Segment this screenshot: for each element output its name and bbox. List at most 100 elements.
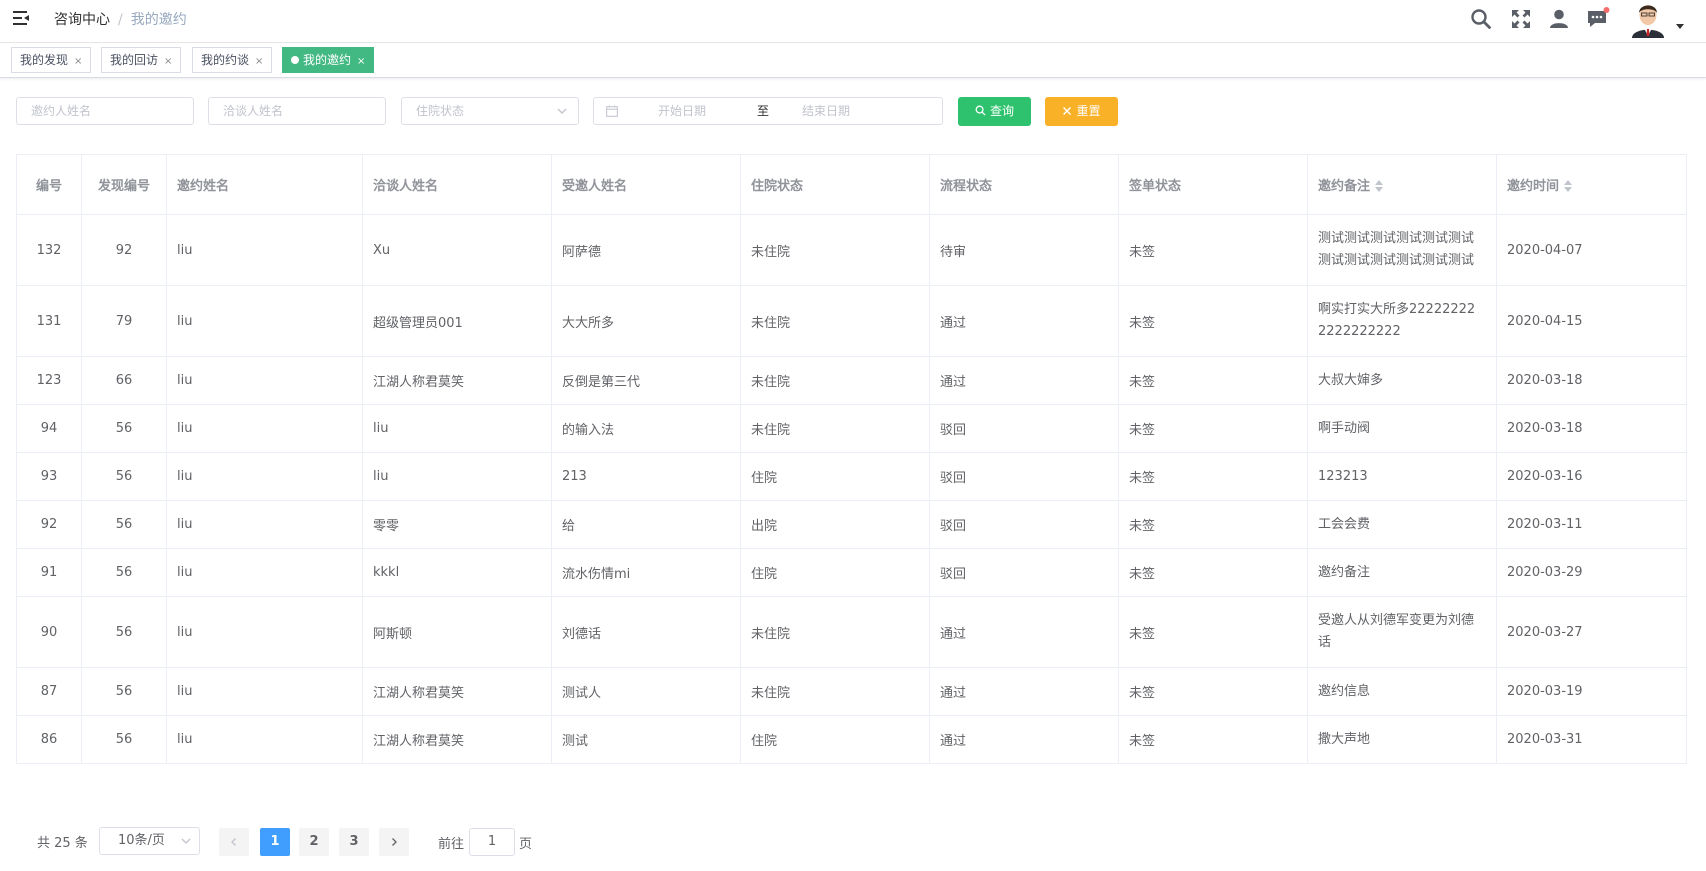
- table-row[interactable]: 131 79 liu 超级管理员001 大大所多 未住院 通过 未签 啊实打实大所多222222…: [16, 285, 1687, 357]
- cell-invitee: 阿萨德: [551, 214, 741, 286]
- cell-hospital-status: 未住院: [740, 667, 930, 716]
- page-size-select[interactable]: 10条/页: [99, 827, 200, 855]
- cell-find-id: 56: [81, 715, 167, 764]
- cell-hospital-status: 住院: [740, 452, 930, 501]
- note-line: 工会会费: [1318, 516, 1371, 532]
- cell-sign-status: 未签: [1118, 548, 1308, 597]
- cell-invitee: 213: [551, 452, 741, 501]
- user-icon[interactable]: [1547, 7, 1571, 31]
- cell-invitee: 大大所多: [551, 285, 741, 357]
- user-dropdown-caret-icon[interactable]: [1676, 24, 1684, 29]
- page-button-3[interactable]: 3: [339, 828, 369, 856]
- tag-my-talk[interactable]: 我的约谈 ×: [192, 47, 273, 73]
- negotiator-name-input[interactable]: [208, 97, 386, 125]
- column-header-id: 编号: [16, 154, 82, 215]
- cell-hospital-status: 住院: [740, 548, 930, 597]
- tag-my-invitation[interactable]: 我的邀约 ×: [282, 47, 375, 73]
- date-range-picker[interactable]: 开始日期 至 结束日期: [593, 97, 943, 125]
- message-icon[interactable]: [1586, 7, 1610, 31]
- page-button-2[interactable]: 2: [299, 828, 329, 856]
- close-icon[interactable]: ×: [164, 56, 172, 67]
- close-icon[interactable]: ×: [357, 56, 365, 67]
- page-button-1[interactable]: 1: [260, 828, 290, 856]
- cell-negotiator: liu: [362, 404, 552, 453]
- cell-flow-status: 通过: [929, 285, 1119, 357]
- goto-page-input[interactable]: 1: [469, 828, 515, 856]
- cell-invitee: 反倒是第三代: [551, 356, 741, 405]
- cell-invitee: 流水伤情mi: [551, 548, 741, 597]
- avatar[interactable]: [1628, 0, 1668, 38]
- prev-page-button[interactable]: [219, 828, 249, 856]
- table-row[interactable]: 132 92 liu Xu 阿萨德 未住院 待审 未签 测试测试测试测试测试测试 测试测试测试测试…: [16, 214, 1687, 286]
- column-header-time[interactable]: 邀约时间: [1496, 154, 1687, 215]
- column-header-negotiator: 洽谈人姓名: [362, 154, 552, 215]
- end-date-input[interactable]: 结束日期: [766, 98, 886, 124]
- close-icon[interactable]: ×: [255, 56, 263, 67]
- cell-flow-status: 待审: [929, 214, 1119, 286]
- column-header-note[interactable]: 邀约备注: [1307, 154, 1497, 215]
- column-header-hospital-status: 住院状态: [740, 154, 930, 215]
- cell-find-id: 56: [81, 452, 167, 501]
- note-line: 话: [1318, 635, 1332, 650]
- cell-negotiator: 江湖人称君莫笑: [362, 715, 552, 764]
- top-navbar: 咨询中心 / 我的邀约: [0, 0, 1706, 43]
- cell-hospital-status: 未住院: [740, 596, 930, 668]
- tag-my-revisit[interactable]: 我的回访 ×: [101, 47, 182, 73]
- fullscreen-icon[interactable]: [1509, 7, 1533, 31]
- sort-icon[interactable]: [1563, 179, 1573, 193]
- table-row[interactable]: 123 66 liu 江湖人称君莫笑 反倒是第三代 未住院 通过 未签 大叔大婶多 2020-03…: [16, 356, 1687, 405]
- table-row[interactable]: 86 56 liu 江湖人称君莫笑 测试 住院 通过 未签 撒大声地 2020-03-31: [16, 715, 1687, 764]
- chevron-left-icon: [231, 838, 236, 846]
- cell-sign-status: 未签: [1118, 715, 1308, 764]
- cell-flow-status: 通过: [929, 356, 1119, 405]
- table-row[interactable]: 87 56 liu 江湖人称君莫笑 测试人 未住院 通过 未签 邀约信息 2020-03-19: [16, 667, 1687, 716]
- note-line: 邀约信息: [1318, 683, 1371, 699]
- cell-sign-status: 未签: [1118, 214, 1308, 286]
- next-page-button[interactable]: [379, 828, 409, 856]
- column-header-note-label: 邀约备注: [1318, 179, 1371, 194]
- cell-inviter: liu: [166, 356, 363, 405]
- table-row[interactable]: 91 56 liu kkkl 流水伤情mi 住院 驳回 未签 邀约备注 2020-03-29: [16, 548, 1687, 597]
- inviter-name-input[interactable]: [16, 97, 194, 125]
- cell-flow-status: 驳回: [929, 452, 1119, 501]
- close-icon[interactable]: ×: [74, 56, 82, 67]
- breadcrumb-item-consult-center[interactable]: 咨询中心: [54, 12, 110, 28]
- table-row[interactable]: 93 56 liu liu 213 住院 驳回 未签 123213 2020-03-16: [16, 452, 1687, 501]
- hamburger-menu-icon[interactable]: [12, 9, 30, 27]
- cell-inviter: liu: [166, 404, 363, 453]
- note-line: 邀约备注: [1318, 564, 1371, 580]
- cell-inviter: liu: [166, 667, 363, 716]
- cell-flow-status: 通过: [929, 667, 1119, 716]
- cell-time: 2020-03-31: [1496, 715, 1687, 764]
- search-icon[interactable]: [1469, 7, 1493, 31]
- cell-time: 2020-03-18: [1496, 356, 1687, 405]
- cell-flow-status: 驳回: [929, 548, 1119, 597]
- cell-time: 2020-04-07: [1496, 214, 1687, 286]
- pagination-total: 共 25 条: [37, 836, 88, 851]
- table-row[interactable]: 90 56 liu 阿斯顿 刘德话 未住院 通过 未签 受邀人从刘德军变更为刘德话 2020-03…: [16, 596, 1687, 668]
- tags-view-bar: 我的发现 × 我的回访 × 我的约谈 × 我的邀约 ×: [0, 44, 1706, 78]
- cell-time: 2020-03-18: [1496, 404, 1687, 453]
- cell-sign-status: 未签: [1118, 667, 1308, 716]
- cell-time: 2020-03-11: [1496, 500, 1687, 549]
- start-date-input[interactable]: 开始日期: [622, 98, 742, 124]
- hospital-status-select[interactable]: 住院状态: [401, 97, 579, 125]
- cell-flow-status: 驳回: [929, 404, 1119, 453]
- table-row[interactable]: 94 56 liu liu 的输入法 未住院 驳回 未签 啊手动阀 2020-03-18: [16, 404, 1687, 453]
- cell-sign-status: 未签: [1118, 500, 1308, 549]
- cell-note: 啊手动阀: [1307, 404, 1497, 453]
- search-button[interactable]: 查询: [958, 97, 1031, 126]
- cell-find-id: 79: [81, 285, 167, 357]
- column-header-sign-status: 签单状态: [1118, 154, 1308, 215]
- table-row[interactable]: 92 56 liu 零零给出院 驳回 未签 工会会费 2020-03-11: [16, 500, 1687, 549]
- notification-dot: [1603, 7, 1610, 13]
- cell-hospital-status: 住院: [740, 715, 930, 764]
- cell-find-id: 56: [81, 667, 167, 716]
- reset-button[interactable]: 重置: [1045, 97, 1118, 126]
- breadcrumb-item-current: 我的邀约: [130, 12, 187, 28]
- column-header-time-label: 邀约时间: [1507, 179, 1560, 194]
- cell-time: 2020-03-29: [1496, 548, 1687, 597]
- tag-my-discovery[interactable]: 我的发现 ×: [11, 47, 92, 73]
- cell-inviter: liu: [166, 596, 363, 668]
- sort-icon[interactable]: [1374, 179, 1384, 193]
